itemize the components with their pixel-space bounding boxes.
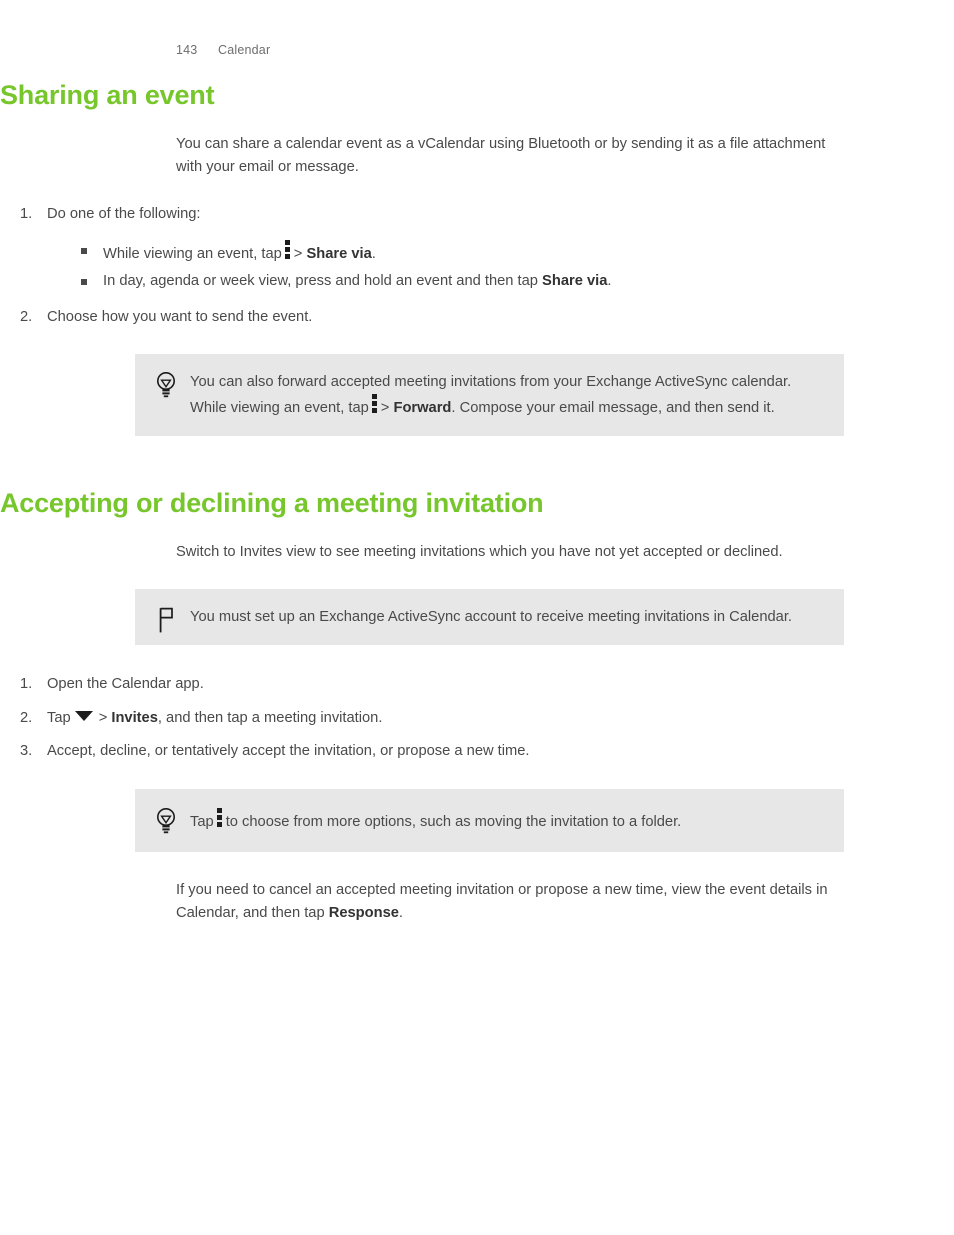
overflow-menu-icon[interactable] [371,393,377,413]
closing-part2: . [398,904,404,921]
tip-text-before: Tap [190,813,214,830]
bold-label-invites: Invites [111,709,158,726]
lightbulb-icon [153,806,179,836]
intro-paragraph-sharing: You can share a calendar event as a vCal… [176,136,826,175]
tip-text-part2: . Compose your email message, and then s… [451,399,775,416]
bold-label-response: Response [328,904,399,921]
separator: > [380,399,390,416]
list-item-text-before: Tap [47,709,71,726]
tip-callout-more-options: Tap to choose from more options, such as … [135,788,844,853]
steps-list-sharing: 1. Do one of the following: While viewin… [0,203,660,328]
page-content: Sharing an event You can share a calenda… [0,80,954,924]
list-number: 3. [20,743,33,760]
list-item: While viewing an event, tap > Share via. [81,239,660,265]
list-number: 1. [20,206,33,223]
overflow-menu-icon[interactable] [216,807,222,827]
list-number: 2. [20,709,33,726]
period: . [607,272,612,289]
note-text: You must set up an Exchange ActiveSync a… [190,608,792,625]
chapter-name: Calendar [218,43,271,57]
list-item: 1. Do one of the following: While viewin… [0,203,660,292]
tip-text: You can also forward accepted meeting in… [190,371,822,419]
caret-down-icon[interactable] [74,710,93,721]
list-item: 2. Choose how you want to send the event… [0,306,660,329]
list-item: 3. Accept, decline, or tentatively accep… [0,740,660,763]
list-item-text: Choose how you want to send the event. [47,308,313,325]
list-item-text: Accept, decline, or tentatively accept t… [47,743,530,760]
tip-text-after: to choose from more options, such as mov… [225,813,682,830]
separator: > [293,245,303,262]
list-item: In day, agenda or week view, press and h… [81,271,660,292]
running-header: 143 Calendar [176,43,270,57]
list-item: 2. Tap > Invites, and then tap a meeting … [0,707,660,730]
list-item-text: Do one of the following: [47,206,201,223]
square-bullet-icon [81,247,87,254]
period: . [371,245,376,262]
list-number: 1. [20,676,33,693]
flag-icon [153,605,179,635]
overflow-menu-icon[interactable] [284,239,290,259]
closing-part1: If you need to cancel an accepted meetin… [176,882,828,921]
tip-callout-forward-invitations: You can also forward accepted meeting in… [135,354,844,437]
section-title-accepting-declining: Accepting or declining a meeting invitat… [0,488,544,519]
sub-item-text: While viewing an event, tap [103,245,282,262]
document-page: 143 Calendar Sharing an event You can sha… [0,0,954,1235]
lightbulb-icon [153,370,179,400]
intro-paragraph-accepting: Switch to Invites view to see meeting in… [176,544,783,561]
bold-label-share-via: Share via [306,245,372,262]
closing-paragraph: If you need to cancel an accepted meetin… [176,879,836,924]
list-item-text-after: , and then tap a meeting invitation. [157,709,383,726]
section-title-sharing-an-event: Sharing an event [0,80,215,110]
sub-item-text: In day, agenda or week view, press and h… [103,272,538,289]
list-item: 1. Open the Calendar app. [0,673,660,696]
bold-label-forward: Forward [393,399,452,416]
list-item-text: Open the Calendar app. [47,676,204,693]
tip-text: Tap to choose from more options, such as … [190,807,822,834]
square-bullet-icon [81,278,87,285]
page-number: 143 [176,43,198,57]
bold-label-share-via: Share via [542,272,608,289]
list-number: 2. [20,308,33,325]
steps-list-accepting: 1. Open the Calendar app. 2. Tap > Invite… [0,673,660,763]
sub-list-sharing-options: While viewing an event, tap > Share via. … [81,239,660,292]
note-callout-activesync-account: You must set up an Exchange ActiveSync a… [135,588,844,646]
separator: > [98,709,108,726]
